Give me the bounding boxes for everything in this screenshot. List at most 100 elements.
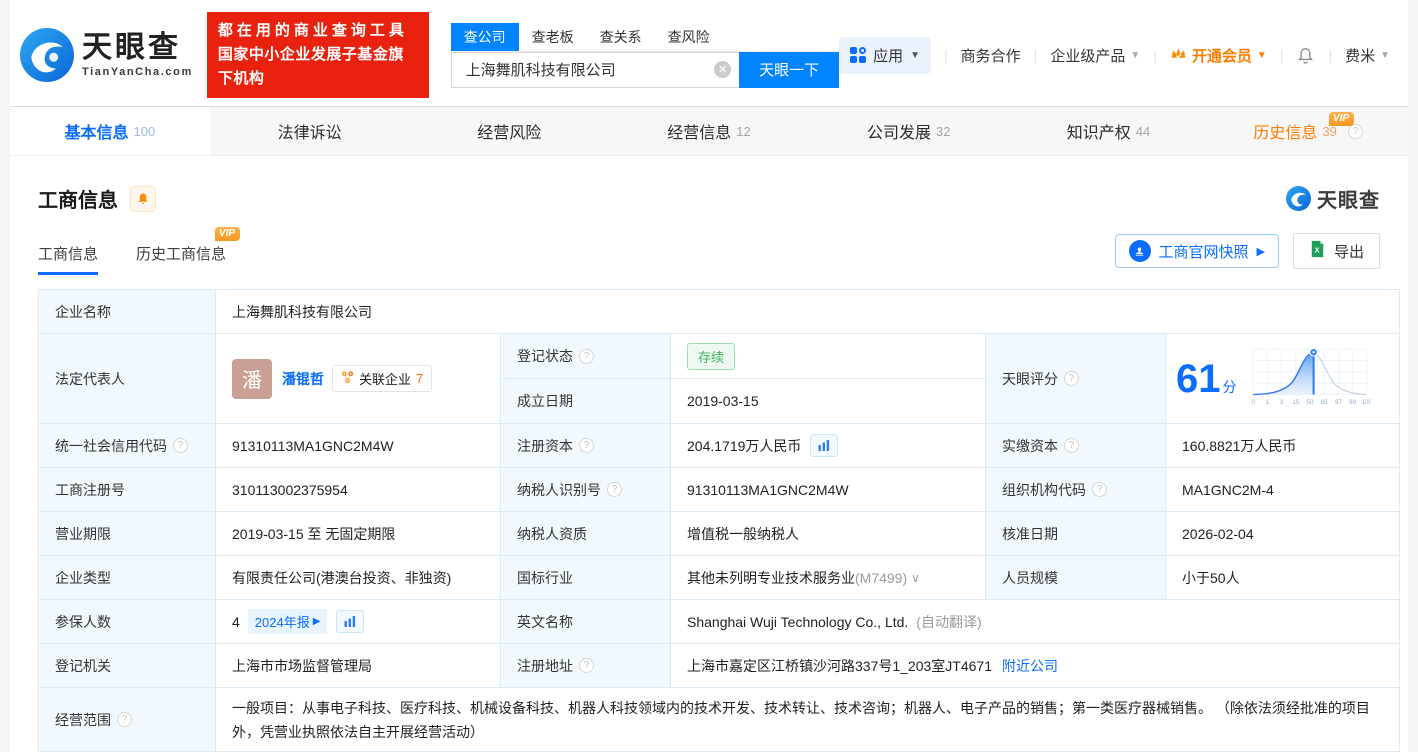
score-distribution-chart: 0 1 3 15 50 85 97 99 100 <box>1249 345 1372 412</box>
tab-label: 经营风险 <box>477 125 542 142</box>
divider: | <box>1328 47 1333 63</box>
field-label: 工商注册号 <box>55 481 125 498</box>
search-button[interactable]: 天眼一下 <box>739 51 840 88</box>
related-companies-button[interactable]: 关联企业 7 <box>332 365 433 392</box>
chevron-down-icon[interactable]: ∨ <box>911 571 920 585</box>
tab-count: 100 <box>133 123 156 139</box>
table-row: 经营范围 ? 一般项目：从事电子科技、医疗科技、机械设备科技、机器人科技领域内的… <box>39 688 1400 752</box>
search-tab-risk[interactable]: 查风险 <box>655 23 723 51</box>
legal-rep-link[interactable]: 潘锟哲 <box>282 369 324 389</box>
tianyancha-logo-icon <box>20 28 74 82</box>
tab-count: 12 <box>736 123 751 139</box>
business-scope-value: 一般项目：从事电子科技、医疗科技、机械设备科技、机器人科技领域内的技术开发、技术… <box>232 699 1370 740</box>
company-name-value: 上海舞肌科技有限公司 <box>232 303 372 320</box>
search-tab-boss[interactable]: 查老板 <box>519 23 587 51</box>
table-row: 企业类型 有限责任公司(港澳台投资、非独资) 国标行业 其他未列明专业技术服务业… <box>39 556 1400 600</box>
table-row: 法定代表人 潘 潘锟哲 关联企业 7 登记状态 ? 存续 成立日期 2019-0… <box>39 334 1400 424</box>
tab-operation-info[interactable]: 经营信息 12 <box>609 107 809 155</box>
tab-history-info[interactable]: VIP 历史信息 39 ? <box>1208 107 1408 155</box>
staff-size-value: 小于50人 <box>1182 569 1240 586</box>
org-code-value: MA1GNC2M-4 <box>1182 481 1274 498</box>
official-snapshot-button[interactable]: 工商官网快照 ▶ <box>1114 234 1279 268</box>
help-icon[interactable]: ? <box>1064 371 1079 386</box>
field-label: 实缴资本 <box>1002 437 1058 454</box>
search-tabs: 查公司 查老板 查关系 查风险 <box>450 22 840 52</box>
tab-intellectual-property[interactable]: 知识产权 44 <box>1009 107 1209 155</box>
search-tab-company[interactable]: 查公司 <box>450 22 519 51</box>
clear-icon[interactable]: ✕ <box>714 61 732 78</box>
search-area: 查公司 查老板 查关系 查风险 ✕ 天眼一下 <box>450 22 840 88</box>
taxpayer-quality-value: 增值税一般纳税人 <box>687 525 799 542</box>
field-label: 登记机关 <box>55 657 111 674</box>
tab-label: 历史信息 <box>1253 125 1318 142</box>
help-icon[interactable]: ? <box>607 482 622 497</box>
reg-authority-value: 上海市市场监督管理局 <box>232 657 372 674</box>
section-header: 工商信息 天眼查 <box>10 156 1408 213</box>
section-actions: 工商官网快照 ▶ X 导出 <box>1114 233 1380 275</box>
help-icon[interactable]: ? <box>579 438 594 453</box>
apps-menu[interactable]: 应用 ▼ <box>839 36 932 74</box>
credit-code-value: 91310113MA1GNC2M4W <box>232 437 394 454</box>
insured-count-value: 4 <box>232 613 240 630</box>
field-label: 核准日期 <box>1002 525 1058 542</box>
tianyancha-logo[interactable]: 天眼查 TianYanCha.com <box>20 28 193 82</box>
score-cell[interactable]: 61 分 0 1 3 15 50 85 97 99 100 <box>1166 334 1400 424</box>
company-type-value: 有限责任公司(港澳台投资、非独资) <box>232 569 452 586</box>
field-label: 成立日期 <box>517 393 573 409</box>
table-row: 工商注册号 310113002375954 纳税人识别号 ? 91310113M… <box>39 468 1400 512</box>
chevron-down-icon: ▼ <box>1256 49 1267 61</box>
field-label: 国标行业 <box>517 569 573 586</box>
tab-company-development[interactable]: 公司发展 32 <box>809 107 1009 155</box>
tab-operation-risk[interactable]: 经营风险 <box>409 107 609 155</box>
nav-vip[interactable]: 开通会员 ▼ <box>1170 45 1267 66</box>
stamp-icon <box>1128 240 1151 262</box>
field-label: 统一社会信用代码 <box>55 437 167 454</box>
subtab-business-info[interactable]: 工商信息 <box>38 243 99 275</box>
promo-line-1: 都在用的商业查询工具 <box>217 22 408 39</box>
page: 天眼查 TianYanCha.com 都在用的商业查询工具 国家中小企业发展子基… <box>10 0 1408 752</box>
help-icon[interactable]: ? <box>173 438 188 453</box>
monitor-bell-button[interactable] <box>130 185 156 212</box>
help-icon[interactable]: ? <box>117 712 132 727</box>
export-button[interactable]: X 导出 <box>1292 233 1380 269</box>
tab-label: 基本信息 <box>64 125 129 142</box>
field-label: 参保人数 <box>55 613 111 630</box>
annual-report-badge[interactable]: 2024年报 ▶ <box>247 609 328 634</box>
field-label: 纳税人资质 <box>517 525 587 542</box>
help-icon[interactable]: ? <box>579 348 594 364</box>
nav-enterprise[interactable]: 企业级产品 ▼ <box>1050 45 1140 66</box>
insured-chart-icon[interactable] <box>336 610 365 633</box>
nearby-companies-link[interactable]: 附近公司 <box>1002 656 1058 676</box>
field-label: 英文名称 <box>517 613 573 630</box>
help-icon[interactable]: ? <box>579 658 594 673</box>
nav-cooperation[interactable]: 商务合作 <box>961 45 1021 66</box>
crown-icon <box>1170 46 1187 65</box>
subtab-history-business-info[interactable]: VIP 历史工商信息 <box>136 227 241 275</box>
field-label: 注册地址 <box>517 657 573 674</box>
capital-chart-icon[interactable] <box>810 434 839 457</box>
search-input-box: ✕ <box>450 51 740 88</box>
reg-number-value: 310113002375954 <box>232 481 348 498</box>
establish-date-value: 2019-03-15 <box>687 393 759 409</box>
search-input[interactable] <box>463 60 715 79</box>
tab-label: 公司发展 <box>866 125 931 142</box>
svg-text:X: X <box>1315 246 1320 255</box>
help-icon[interactable]: ? <box>1064 438 1079 453</box>
nav-vip-label: 开通会员 <box>1191 47 1252 65</box>
table-row: 营业期限 2019-03-15 至 无固定期限 纳税人资质 增值税一般纳税人 核… <box>39 512 1400 556</box>
tab-count: 44 <box>1135 123 1151 139</box>
notification-bell[interactable] <box>1296 46 1315 65</box>
tab-basic-info[interactable]: 基本信息 100 <box>10 107 210 155</box>
vip-badge: VIP <box>214 227 241 241</box>
approval-date-value: 2026-02-04 <box>1182 525 1254 542</box>
user-menu[interactable]: 费米 ▼ <box>1345 45 1390 66</box>
divider: | <box>1153 47 1157 63</box>
help-icon[interactable]: ? <box>1092 482 1107 497</box>
tab-legal[interactable]: 法律诉讼 <box>210 107 410 155</box>
top-header: 天眼查 TianYanCha.com 都在用的商业查询工具 国家中小企业发展子基… <box>10 0 1408 106</box>
english-name-value: Shanghai Wuji Technology Co., Ltd. <box>687 613 909 630</box>
excel-icon: X <box>1309 240 1326 262</box>
avatar[interactable]: 潘 <box>232 358 272 399</box>
brand-domain: TianYanCha.com <box>82 65 193 78</box>
search-tab-relation[interactable]: 查关系 <box>587 23 655 51</box>
